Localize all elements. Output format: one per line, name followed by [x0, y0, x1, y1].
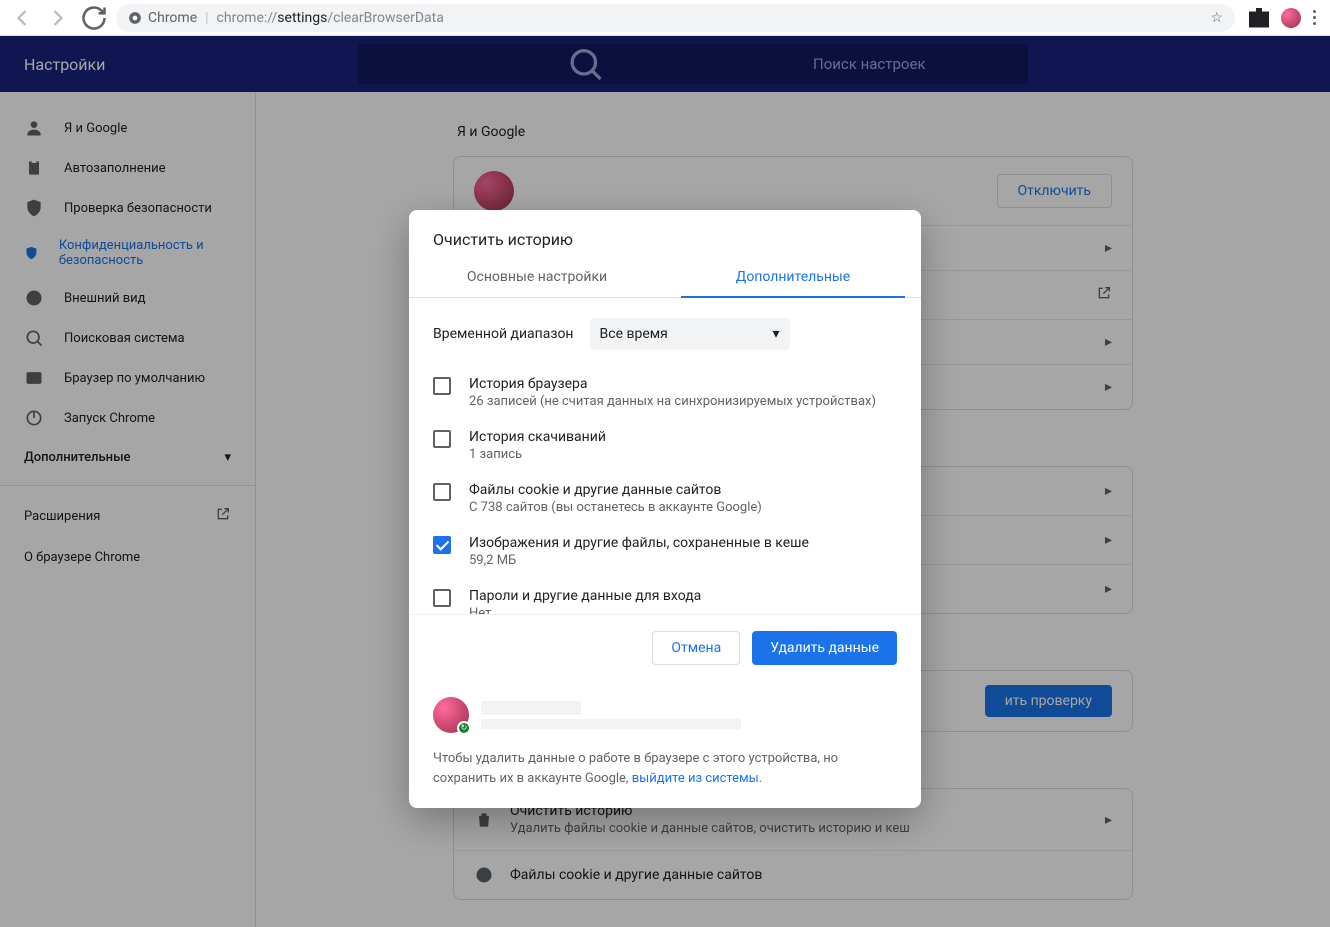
address-bar[interactable]: Chrome | chrome://settings/clearBrowserD…	[116, 4, 1235, 32]
footer-help-text: Чтобы удалить данные о работе в браузере…	[433, 749, 897, 788]
option-title: История скачиваний	[469, 429, 606, 445]
checkbox[interactable]	[433, 536, 451, 554]
dialog-body[interactable]: Временной диапазон Все время ▾ История б…	[409, 298, 921, 614]
option-subtitle: 1 запись	[469, 447, 606, 462]
clear-option-row[interactable]: Изображения и другие файлы, сохраненные …	[409, 525, 921, 578]
bookmark-star-icon[interactable]: ☆	[1210, 10, 1223, 26]
site-info-icon[interactable]: Chrome	[128, 10, 197, 26]
dialog-tabs: Основные настройки Дополнительные	[409, 257, 921, 298]
forward-button[interactable]	[44, 4, 72, 32]
extensions-icon[interactable]	[1249, 8, 1269, 28]
clear-data-button[interactable]: Удалить данные	[752, 631, 897, 665]
sync-badge-icon	[457, 721, 471, 735]
sign-out-link[interactable]: выйдите из системы	[632, 771, 759, 786]
time-range-label: Временной диапазон	[433, 326, 574, 342]
checkbox[interactable]	[433, 377, 451, 395]
clear-option-row[interactable]: История браузера 26 записей (не считая да…	[409, 366, 921, 419]
back-button[interactable]	[8, 4, 36, 32]
tab-basic[interactable]: Основные настройки	[409, 257, 665, 297]
option-subtitle: 26 записей (не считая данных на синхрони…	[469, 394, 876, 409]
dialog-footer: Чтобы удалить данные о работе в браузере…	[409, 681, 921, 808]
dropdown-arrow-icon: ▾	[772, 326, 779, 342]
checkbox[interactable]	[433, 589, 451, 607]
select-value: Все время	[600, 326, 668, 342]
option-title: Изображения и другие файлы, сохраненные …	[469, 535, 809, 551]
option-title: История браузера	[469, 376, 876, 392]
footer-avatar	[433, 697, 469, 733]
chrome-menu-icon[interactable]	[1313, 10, 1316, 25]
tab-advanced[interactable]: Дополнительные	[665, 257, 921, 297]
omnibox-divider: |	[205, 10, 208, 26]
option-title: Файлы cookie и другие данные сайтов	[469, 482, 762, 498]
dialog-actions: Отмена Удалить данные	[409, 614, 921, 681]
option-subtitle: С 738 сайтов (вы останетесь в аккаунте G…	[469, 500, 762, 515]
option-subtitle: Нет	[469, 606, 701, 614]
clear-option-row[interactable]: История скачиваний 1 запись	[409, 419, 921, 472]
clear-browsing-data-dialog: Очистить историю Основные настройки Допо…	[409, 210, 921, 808]
clear-option-row[interactable]: Пароли и другие данные для входа Нет	[409, 578, 921, 614]
dialog-title: Очистить историю	[409, 210, 921, 257]
profile-avatar-icon[interactable]	[1281, 8, 1301, 28]
option-subtitle: 59,2 МБ	[469, 553, 809, 568]
reload-button[interactable]	[80, 4, 108, 32]
checkbox[interactable]	[433, 430, 451, 448]
option-title: Пароли и другие данные для входа	[469, 588, 701, 604]
site-label: Chrome	[148, 10, 197, 26]
browser-toolbar: Chrome | chrome://settings/clearBrowserD…	[0, 0, 1330, 36]
checkbox[interactable]	[433, 483, 451, 501]
time-range-select[interactable]: Все время ▾	[590, 318, 790, 350]
cancel-button[interactable]: Отмена	[652, 631, 740, 665]
redacted-account-info	[481, 701, 741, 729]
clear-option-row[interactable]: Файлы cookie и другие данные сайтов С 738…	[409, 472, 921, 525]
url-text: chrome://settings/clearBrowserData	[217, 10, 444, 26]
